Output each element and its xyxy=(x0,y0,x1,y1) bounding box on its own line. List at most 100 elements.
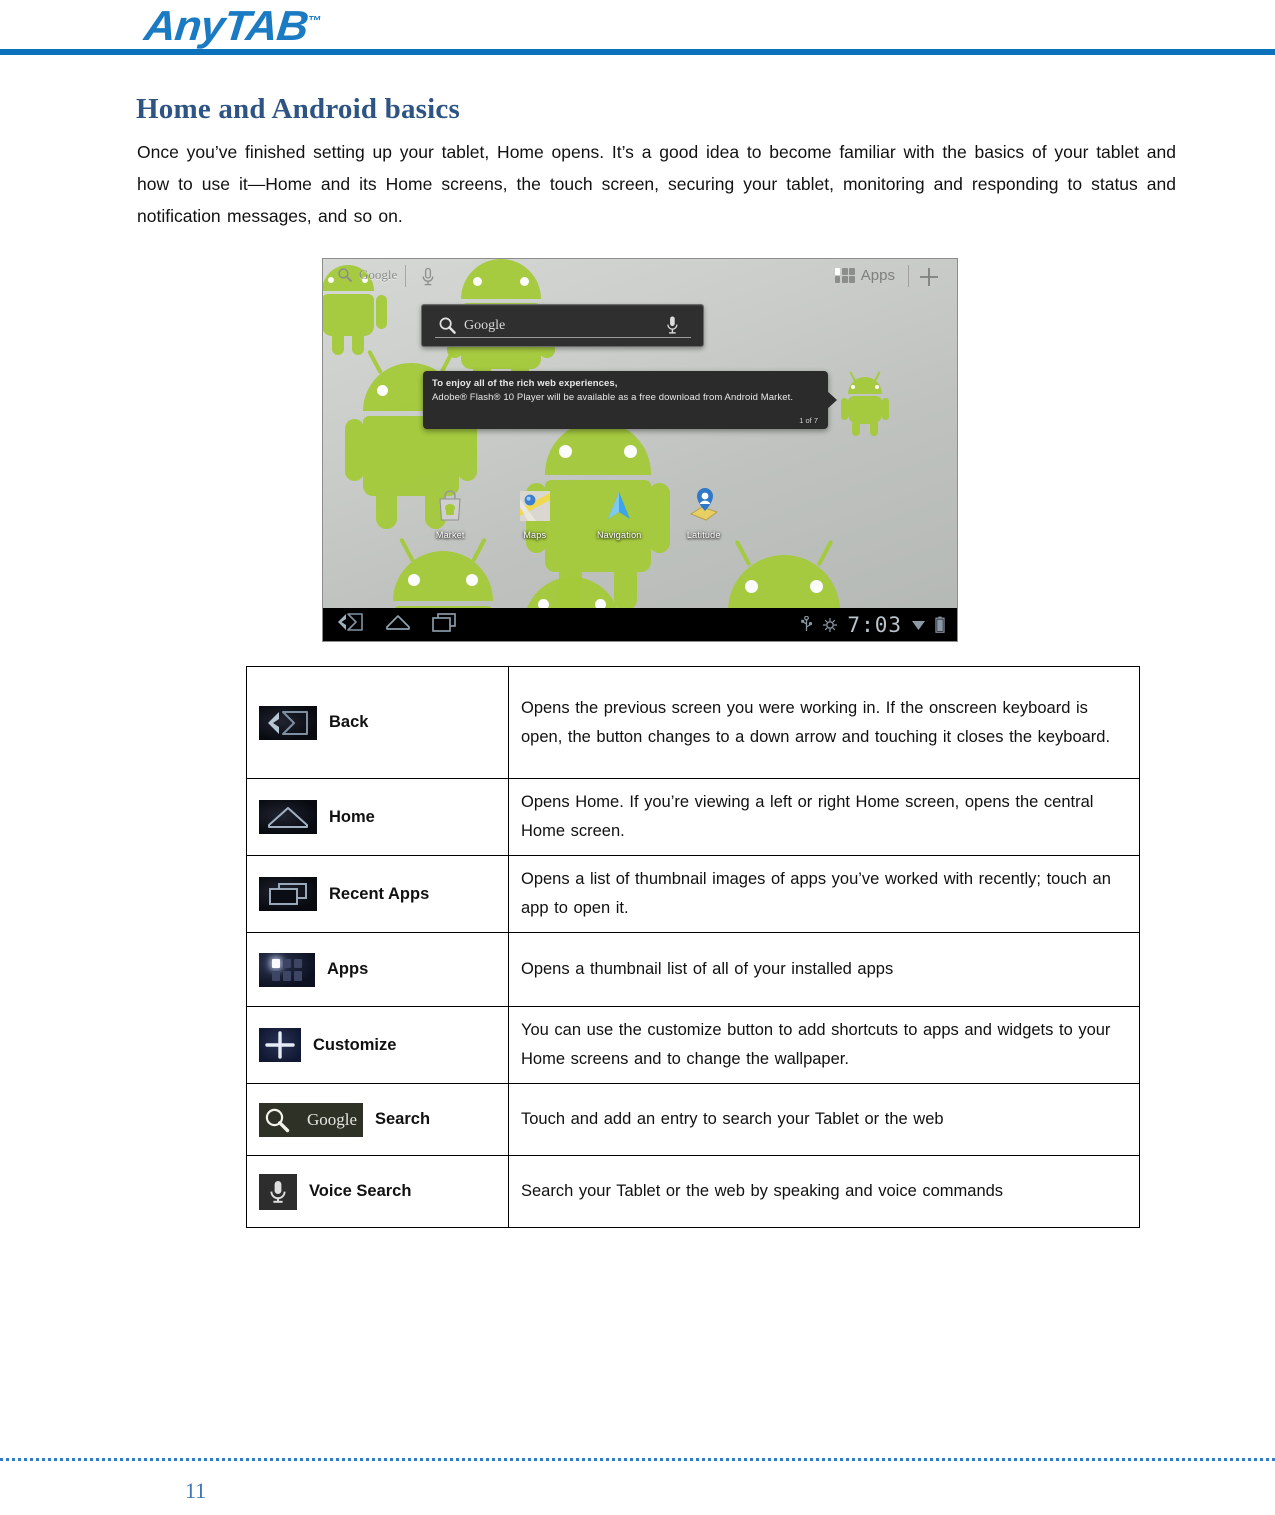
battery-icon xyxy=(935,616,945,633)
brand-logo: AnyTAB™ xyxy=(142,2,323,50)
table-row: Customize You can use the customize butt… xyxy=(246,1006,1140,1084)
home-icon xyxy=(386,615,410,630)
system-bar-status: 7:03 xyxy=(800,613,945,637)
table-row: Back Opens the previous screen you were … xyxy=(246,666,1140,779)
shortcut-latitude[interactable]: Latitude xyxy=(681,487,728,540)
trademark-symbol: ™ xyxy=(307,13,323,28)
row-label: Apps xyxy=(327,960,369,978)
microphone-icon[interactable] xyxy=(259,1173,297,1210)
row-label: Back xyxy=(329,713,369,731)
search-field-underline xyxy=(435,337,647,338)
topbar-divider xyxy=(405,265,406,287)
usb-icon xyxy=(801,616,813,631)
market-bag-icon xyxy=(430,487,470,527)
quick-search-label: Google xyxy=(359,267,398,282)
table-row: Recent Apps Opens a list of thumbnail im… xyxy=(246,855,1140,933)
brand-name: AnyTAB xyxy=(142,2,310,49)
header-rule xyxy=(0,49,1275,55)
table-row: Home Opens Home. If you’re viewing a lef… xyxy=(246,778,1140,856)
latitude-icon xyxy=(684,487,724,527)
search-icon xyxy=(338,268,352,282)
search-widget-label: Google xyxy=(464,317,506,333)
row-label: Search xyxy=(375,1110,431,1128)
search-widget-content: Google xyxy=(438,316,505,335)
icon-cell: Customize xyxy=(246,1006,509,1084)
table-row: Google Search Touch and add an entry to … xyxy=(246,1083,1140,1156)
icon-cell: Apps xyxy=(246,932,509,1007)
google-wordmark: Google xyxy=(306,1109,357,1129)
row-description: Opens Home. If you’re viewing a left or … xyxy=(508,778,1140,856)
row-label: Recent Apps xyxy=(329,884,430,903)
page-title: Home and Android basics xyxy=(136,93,460,126)
voice-field-underline xyxy=(639,337,691,338)
row-label: Home xyxy=(329,807,375,826)
icon-cell: Voice Search xyxy=(246,1155,509,1228)
sync-icon xyxy=(823,617,838,632)
microphone-icon xyxy=(667,316,678,334)
home-button[interactable] xyxy=(385,612,411,637)
icon-cell: Back xyxy=(246,666,509,779)
apps-launcher-button[interactable]: Apps xyxy=(834,267,895,284)
icon-cell: Google Search xyxy=(246,1083,509,1156)
recent-apps-icon[interactable] xyxy=(259,877,317,911)
table-row: Voice Search Search your Tablet or the w… xyxy=(246,1155,1140,1228)
wifi-icon xyxy=(912,620,925,630)
shortcut-label: Latitude xyxy=(686,530,721,540)
row-description: Touch and add an entry to search your Ta… xyxy=(508,1083,1140,1156)
plus-icon[interactable] xyxy=(259,1028,301,1062)
icon-cell: Recent Apps xyxy=(246,855,509,933)
page-number: 11 xyxy=(185,1478,207,1503)
shortcut-market[interactable]: Market xyxy=(427,487,474,540)
apps-grid-icon[interactable] xyxy=(259,952,315,987)
shortcut-maps[interactable]: Maps xyxy=(512,487,559,540)
system-bar: 7:03 xyxy=(323,608,957,641)
apps-launcher-label: Apps xyxy=(860,267,895,284)
maps-icon xyxy=(515,487,555,527)
table-row: Apps Opens a thumbnail list of all of yo… xyxy=(246,932,1140,1007)
toast-body: Adobe® Flash® 10 Player will be availabl… xyxy=(432,392,794,403)
google-search-icon[interactable]: Google xyxy=(259,1102,363,1137)
apps-grid-icon xyxy=(834,268,855,283)
home-screen-top-bar: Google Apps xyxy=(323,259,957,295)
customize-button[interactable] xyxy=(917,265,941,289)
row-label: Customize xyxy=(313,1035,397,1054)
topbar-divider xyxy=(908,265,909,287)
toast-headline: To enjoy all of the rich web experiences… xyxy=(432,378,618,389)
widget-voice-search-button[interactable] xyxy=(666,315,679,341)
back-icon xyxy=(338,613,363,631)
intro-paragraph: Once you’ve finished setting up your tab… xyxy=(137,141,1176,226)
back-icon[interactable] xyxy=(259,705,317,740)
voice-search-shortcut[interactable] xyxy=(421,267,435,292)
shortcut-navigation[interactable]: Navigation xyxy=(596,487,643,540)
row-description: Search your Tablet or the web by speakin… xyxy=(508,1155,1140,1228)
navigation-arrow-icon xyxy=(599,487,639,527)
toast-counter: 1 of 7 xyxy=(799,416,818,425)
button-reference-table: Back Opens the previous screen you were … xyxy=(246,666,1140,1228)
recent-apps-icon xyxy=(432,612,456,632)
row-label: Voice Search xyxy=(309,1182,412,1200)
google-search-widget[interactable]: Google xyxy=(421,304,704,347)
home-screen-shortcuts: Market Maps Navigation Latitude xyxy=(427,487,727,540)
notification-toast[interactable]: To enjoy all of the rich web experiences… xyxy=(423,371,837,429)
recent-apps-button[interactable] xyxy=(431,612,457,638)
quick-search-shortcut[interactable]: Google xyxy=(337,267,397,283)
row-description: Opens the previous screen you were worki… xyxy=(508,666,1140,779)
android-mascot xyxy=(841,371,889,445)
back-button[interactable] xyxy=(337,612,365,637)
row-description: Opens a list of thumbnail images of apps… xyxy=(508,855,1140,933)
row-description: Opens a thumbnail list of all of your in… xyxy=(508,932,1140,1007)
microphone-icon xyxy=(422,267,434,286)
system-bar-nav xyxy=(337,612,457,638)
icon-cell: Home xyxy=(246,778,509,856)
footer-rule xyxy=(0,1458,1275,1461)
page-header: AnyTAB™ xyxy=(0,0,1275,56)
home-icon[interactable] xyxy=(259,800,317,834)
status-clock: 7:03 xyxy=(847,612,902,637)
search-icon xyxy=(439,317,456,334)
row-description: You can use the customize button to add … xyxy=(508,1006,1140,1084)
shortcut-label: Market xyxy=(435,530,465,540)
shortcut-label: Navigation xyxy=(596,530,642,540)
shortcut-label: Maps xyxy=(523,530,547,540)
plus-icon xyxy=(920,268,938,286)
tablet-home-screen-screenshot: Google Apps Google To enjoy all of the r… xyxy=(322,258,958,642)
